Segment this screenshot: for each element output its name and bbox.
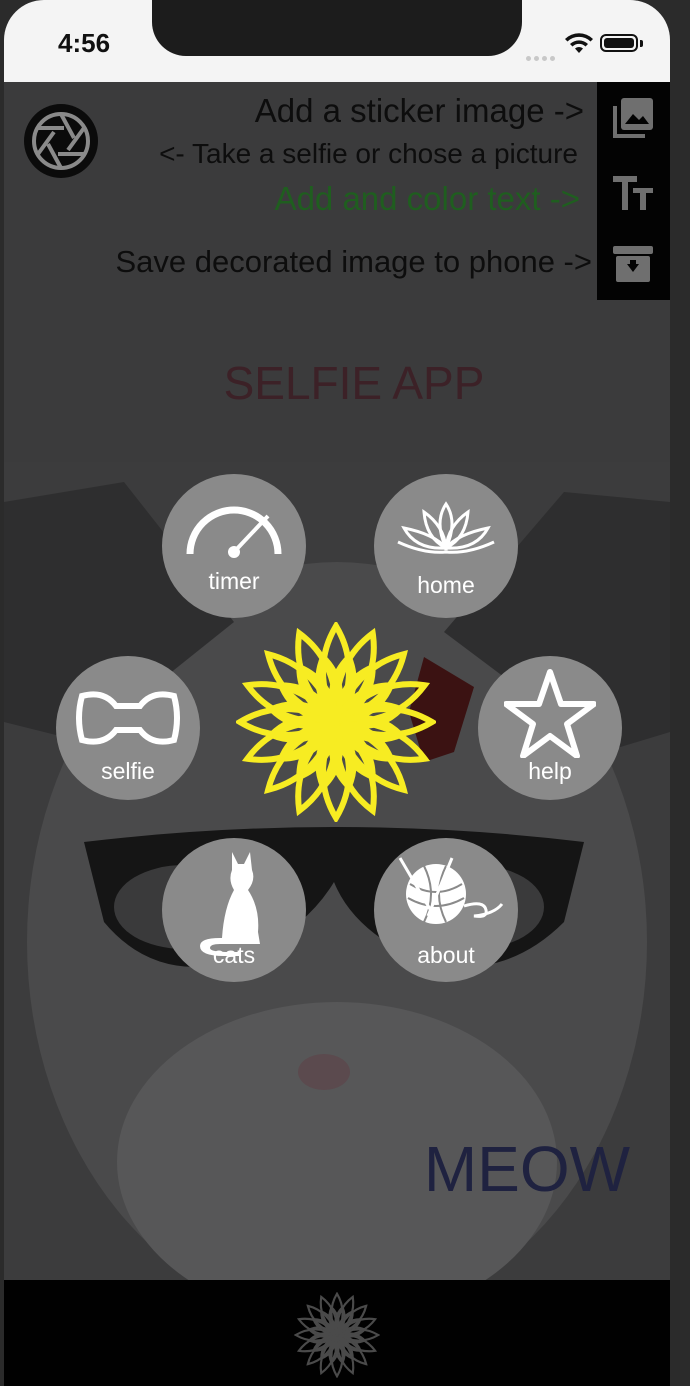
meow-caption: MEOW	[423, 1133, 630, 1205]
status-time: 4:56	[58, 28, 111, 58]
lotus-icon	[397, 501, 495, 554]
save-download-icon[interactable]	[609, 240, 657, 288]
text-size-icon[interactable]	[609, 168, 657, 216]
about-button[interactable]: about	[374, 838, 518, 982]
hint-save-image: Save decorated image to phone ->	[115, 244, 592, 279]
phone-frame: 4:56 Add a sticker image -> <- Take a se…	[4, 0, 670, 1386]
wifi-icon	[565, 33, 593, 53]
hint-add-text: Add and color text ->	[274, 180, 580, 217]
image-stack-icon[interactable]	[609, 94, 657, 142]
hint-add-sticker: Add a sticker image ->	[254, 92, 584, 129]
yellow-flower-icon[interactable]	[236, 622, 436, 822]
take-selfie-button[interactable]	[24, 104, 98, 178]
main-screen: Add a sticker image -> <- Take a selfie …	[4, 82, 670, 1280]
timer-button[interactable]: timer	[162, 474, 306, 618]
app-title: SELFIE APP	[223, 357, 485, 409]
hint-take-selfie: <- Take a selfie or chose a picture	[159, 138, 578, 169]
edit-toolbar	[597, 82, 670, 300]
flower-outline-icon[interactable]	[294, 1292, 380, 1378]
bow-tie-icon	[76, 691, 180, 745]
home-button[interactable]: home	[374, 474, 518, 618]
speedometer-icon	[186, 506, 282, 558]
camera-shutter-icon	[32, 112, 90, 170]
bottom-bar	[4, 1280, 670, 1386]
status-bar: 4:56	[4, 0, 670, 82]
notch	[152, 0, 522, 56]
home-label: home	[417, 572, 475, 598]
cats-button[interactable]: cats	[162, 838, 306, 982]
selfie-label: selfie	[101, 758, 155, 784]
selfie-button[interactable]: selfie	[56, 656, 200, 800]
help-label: help	[528, 758, 572, 784]
yarn-ball-icon	[398, 857, 504, 924]
help-button[interactable]: help	[478, 656, 622, 800]
battery-icon	[600, 34, 638, 52]
battery-cap	[640, 40, 643, 47]
star-icon	[504, 669, 596, 758]
cats-label: cats	[212, 942, 256, 968]
signal-icon	[526, 48, 558, 66]
timer-label: timer	[208, 568, 260, 594]
about-label: about	[417, 942, 475, 968]
